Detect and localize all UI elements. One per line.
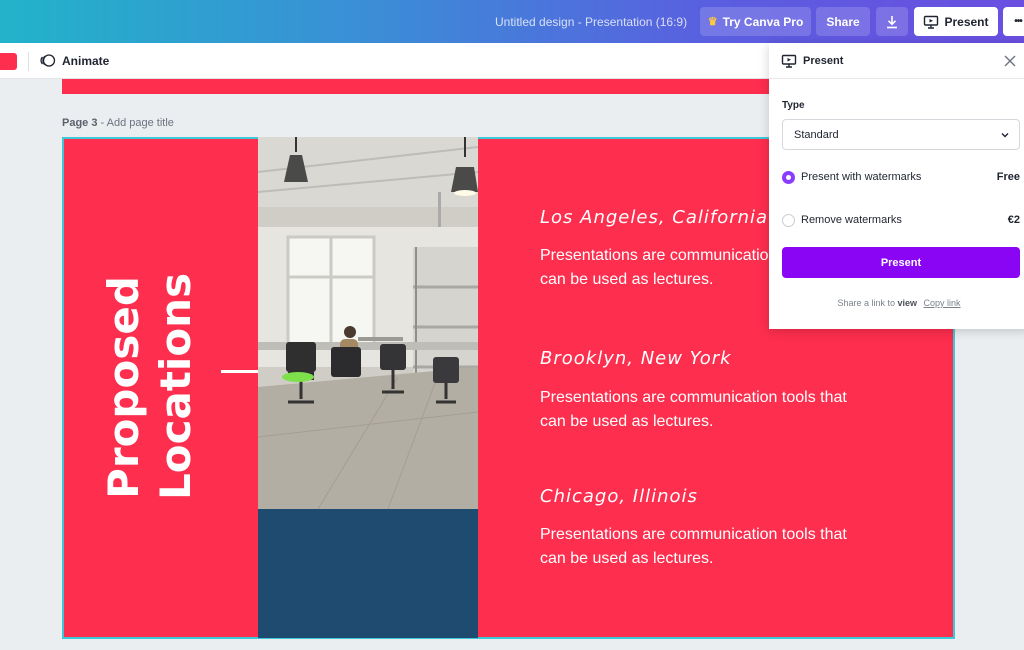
copy-link[interactable]: Copy link (924, 298, 961, 308)
download-icon (887, 15, 897, 28)
option-label: Remove watermarks (801, 214, 902, 226)
radio-unselected-icon (782, 213, 795, 227)
top-bar: Untitled design - Presentation (16:9) ♛ … (0, 0, 1024, 43)
type-label: Type (782, 100, 805, 111)
animate-button[interactable]: Animate (39, 53, 109, 68)
document-title[interactable]: Untitled design - Presentation (16:9) (495, 15, 687, 29)
present-panel-header: Present (769, 43, 1024, 79)
location-title[interactable]: Brooklyn, New York (540, 348, 732, 369)
panel-present-button[interactable]: Present (782, 247, 1020, 278)
toolbar-divider (28, 52, 29, 71)
office-photo[interactable] (258, 137, 478, 509)
type-select-value: Standard (794, 128, 839, 141)
text-color-swatch[interactable] (0, 53, 17, 70)
present-label: Present (944, 14, 989, 29)
present-screen-icon (924, 15, 939, 29)
page-label[interactable]: Page 3 - Add page title (62, 117, 174, 129)
office-photo-illustration (258, 137, 478, 509)
animate-label: Animate (62, 53, 110, 68)
location-description[interactable]: Presentations are communication tools th… (540, 523, 860, 571)
animate-icon (40, 54, 56, 67)
location-title[interactable]: Los Angeles, California (540, 207, 768, 228)
presentation-type-select[interactable]: Standard (782, 119, 1020, 150)
option-present-with-watermarks[interactable]: Present with watermarks Free (782, 168, 1020, 186)
location-title[interactable]: Chicago, Illinois (540, 486, 698, 507)
share-link-line: Share a link to view Copy link (837, 298, 961, 308)
more-options-button[interactable]: ••• (1003, 7, 1024, 36)
location-description[interactable]: Presentations are communication tools th… (540, 386, 860, 434)
radio-selected-icon (782, 170, 795, 184)
option-price: Free (996, 171, 1020, 183)
close-icon[interactable] (1003, 54, 1017, 68)
navy-accent-block (258, 509, 478, 638)
present-panel-title: Present (803, 54, 844, 67)
more-dots-icon: ••• (1014, 16, 1022, 27)
option-price: €2 (1007, 214, 1020, 226)
download-button[interactable] (876, 7, 908, 36)
share-button[interactable]: Share (816, 7, 870, 36)
slide-vertical-title[interactable]: Proposed Locations (98, 273, 200, 500)
crown-icon: ♛ (707, 16, 718, 28)
chevron-down-icon (1001, 133, 1009, 138)
try-canva-pro-label: Try Canva Pro (722, 14, 804, 29)
present-screen-icon (781, 54, 797, 68)
try-canva-pro-button[interactable]: ♛ Try Canva Pro (700, 7, 811, 36)
share-label: Share (826, 14, 860, 29)
present-panel: Present Type Standard Present with water… (769, 43, 1024, 329)
option-remove-watermarks[interactable]: Remove watermarks €2 (782, 211, 1020, 229)
present-button[interactable]: Present (914, 7, 998, 36)
option-label: Present with watermarks (801, 171, 922, 183)
